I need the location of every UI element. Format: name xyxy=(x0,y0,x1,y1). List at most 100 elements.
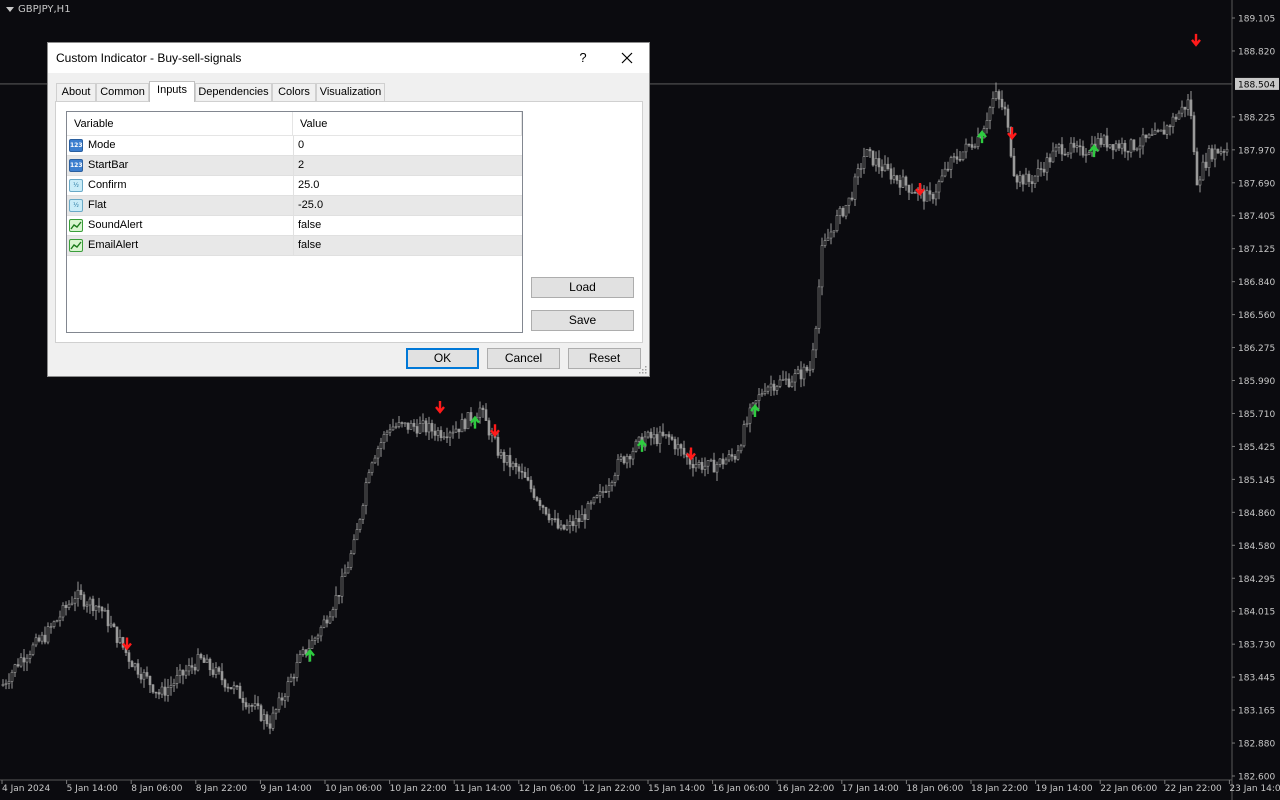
column-header-variable[interactable]: Variable xyxy=(67,112,293,136)
time-label: 16 Jan 06:00 xyxy=(713,784,770,794)
candle-body xyxy=(499,451,503,456)
variable-value[interactable]: false xyxy=(293,216,522,235)
candle-body xyxy=(319,627,323,637)
price-label: 184.860 xyxy=(1238,509,1275,519)
candle-body xyxy=(1075,145,1079,148)
candle-body xyxy=(211,669,215,675)
candle-body xyxy=(700,461,704,470)
dialog-title-bar[interactable]: Custom Indicator - Buy-sell-signals ? xyxy=(48,43,649,73)
candle-body xyxy=(874,158,878,166)
help-button[interactable]: ? xyxy=(573,48,593,68)
candle-body xyxy=(1072,142,1076,148)
candle-body xyxy=(94,605,98,611)
candle-body xyxy=(202,657,206,663)
variable-value[interactable]: 25.0 xyxy=(293,176,522,195)
time-label: 12 Jan 06:00 xyxy=(519,784,576,794)
candle-body xyxy=(598,491,602,496)
cancel-button[interactable]: Cancel xyxy=(487,348,560,369)
table-row[interactable]: SoundAlert false xyxy=(67,216,522,236)
tab-inputs[interactable]: Inputs xyxy=(149,81,195,102)
candle-body xyxy=(28,654,32,659)
candle-body xyxy=(844,204,848,217)
price-label: 186.560 xyxy=(1238,311,1275,321)
price-label: 185.425 xyxy=(1238,443,1275,453)
candle-body xyxy=(1192,115,1196,153)
candle-body xyxy=(340,576,344,597)
candle-body xyxy=(1159,129,1163,132)
bool-trend-icon xyxy=(70,241,82,250)
variable-value[interactable]: 2 xyxy=(293,156,522,175)
candle-body xyxy=(907,184,911,193)
chart-menu-triangle-icon[interactable] xyxy=(6,6,14,12)
candle-body xyxy=(706,460,710,467)
candle-body xyxy=(928,190,932,195)
candle-body xyxy=(355,529,359,541)
candle-body xyxy=(988,107,992,121)
tab-dependencies[interactable]: Dependencies xyxy=(195,83,272,101)
tab-visualization[interactable]: Visualization xyxy=(316,83,385,101)
reset-button[interactable]: Reset xyxy=(568,348,641,369)
time-label: 5 Jan 14:00 xyxy=(67,784,119,794)
time-label: 9 Jan 14:00 xyxy=(260,784,312,794)
candle-body xyxy=(217,667,221,672)
candle-body xyxy=(175,675,179,684)
candle-body xyxy=(169,685,173,688)
variable-value[interactable]: 0 xyxy=(293,136,522,155)
resize-grip-icon[interactable] xyxy=(639,366,647,374)
candle-body xyxy=(778,379,782,387)
table-row[interactable]: 123 StartBar 2 xyxy=(67,156,522,176)
candle-body xyxy=(910,191,914,194)
table-row[interactable]: ½ Flat -25.0 xyxy=(67,196,522,216)
tab-colors[interactable]: Colors xyxy=(272,83,316,101)
tab-common[interactable]: Common xyxy=(96,83,149,101)
candle-body xyxy=(571,521,575,527)
candle-body xyxy=(667,434,671,438)
candle-body xyxy=(388,429,392,433)
candle-body xyxy=(889,168,893,180)
candle-body xyxy=(943,168,947,177)
candle-body xyxy=(376,448,380,459)
candle-body xyxy=(166,687,170,696)
time-label: 12 Jan 22:00 xyxy=(583,784,640,794)
candle-body xyxy=(646,431,650,438)
close-icon[interactable] xyxy=(615,46,639,70)
candle-body xyxy=(460,419,464,433)
candle-body xyxy=(1129,139,1133,153)
sell-arrow-icon xyxy=(686,447,696,461)
tab-about[interactable]: About xyxy=(56,83,96,101)
candle-body xyxy=(364,482,368,506)
save-button[interactable]: Save xyxy=(531,310,634,331)
candle-body xyxy=(310,640,314,649)
column-header-value[interactable]: Value xyxy=(293,112,522,136)
candle-body xyxy=(232,685,236,690)
candle-body xyxy=(679,444,683,449)
candle-body xyxy=(841,207,845,217)
time-label: 16 Jan 22:00 xyxy=(777,784,834,794)
candle-body xyxy=(1204,161,1208,168)
candle-body xyxy=(433,430,437,436)
table-row[interactable]: 123 Mode 0 xyxy=(67,136,522,156)
inputs-panel: Variable Value 123 Mode 0 123 StartBar 2… xyxy=(55,101,643,343)
double-icon: ½ xyxy=(69,199,83,212)
variable-value[interactable]: -25.0 xyxy=(293,196,522,215)
ok-button[interactable]: OK xyxy=(406,348,479,369)
candle-body xyxy=(904,176,908,186)
candle-body xyxy=(445,436,449,439)
time-label: 15 Jan 14:00 xyxy=(648,784,705,794)
candle-body xyxy=(130,661,134,668)
candle-body xyxy=(994,91,998,99)
variable-value[interactable]: false xyxy=(293,236,522,255)
candle-body xyxy=(337,595,341,597)
table-row[interactable]: EmailAlert false xyxy=(67,236,522,256)
candle-body xyxy=(250,705,254,707)
candle-body xyxy=(1078,145,1082,148)
candle-body xyxy=(370,462,374,473)
candle-body xyxy=(133,663,137,668)
candle-body xyxy=(37,637,41,642)
candle-body xyxy=(937,181,941,193)
candle-body xyxy=(580,514,584,522)
table-row[interactable]: ½ Confirm 25.0 xyxy=(67,176,522,196)
candle-body xyxy=(1108,144,1112,148)
candle-body xyxy=(1063,153,1067,156)
load-button[interactable]: Load xyxy=(531,277,634,298)
